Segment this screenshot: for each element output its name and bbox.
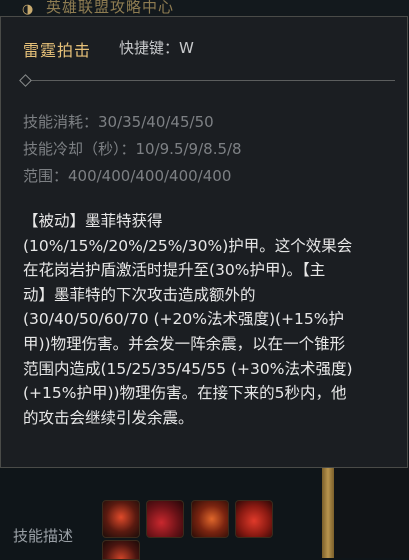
section-label: 技能描述 bbox=[13, 527, 74, 545]
e-skill-icon[interactable] bbox=[235, 500, 273, 538]
decorative-border bbox=[322, 462, 334, 558]
description-line: (30/40/50/60/70 (+20%法术强度)(+15%护 bbox=[23, 310, 344, 329]
w-skill-icon[interactable] bbox=[191, 500, 229, 538]
page-header-title: 英雄联盟攻略中心 bbox=[46, 0, 175, 16]
skill-icon-row bbox=[102, 500, 282, 560]
q-skill-icon[interactable] bbox=[146, 500, 184, 538]
description-line: 的攻击会继续引发余震。 bbox=[23, 408, 194, 427]
description-line: (+15%护甲))物理伤害。在接下来的5秒内，他 bbox=[23, 384, 347, 403]
skill-name: 雷霆拍击 bbox=[23, 41, 92, 60]
tooltip-divider bbox=[29, 80, 395, 81]
skill-cooldown: 技能冷却（秒）：10/9.5/9/8.5/8 bbox=[23, 140, 242, 158]
side-panel bbox=[334, 462, 409, 558]
divider-diamond-icon bbox=[19, 74, 32, 87]
description-line: 范围内造成(15/25/35/45/55 (+30%法术强度) bbox=[23, 359, 353, 378]
description-line: 甲))物理伤害。并会发一阵余震，以在一个锥形 bbox=[23, 334, 346, 353]
description-line: 在花岗岩护盾激活时提升至(30%护甲)。【主 bbox=[23, 261, 326, 280]
skill-hotkey: 快捷键：W bbox=[119, 39, 194, 57]
description-line: 动】墨菲特的下次攻击造成额外的 bbox=[23, 285, 256, 304]
passive-skill-icon[interactable] bbox=[102, 500, 140, 538]
skill-cost: 技能消耗：30/35/40/45/50 bbox=[23, 113, 214, 131]
skill-description: 【被动】墨菲特获得 (10%/15%/20%/25%/30%)护甲。这个效果会 … bbox=[23, 209, 399, 430]
skill-range: 范围：400/400/400/400/400 bbox=[23, 167, 232, 185]
description-line: 【被动】墨菲特获得 bbox=[23, 212, 163, 230]
description-line: (10%/15%/20%/25%/30%)护甲。这个效果会 bbox=[23, 236, 353, 255]
r-skill-icon[interactable] bbox=[102, 540, 140, 560]
skill-tooltip: 雷霆拍击 快捷键：W 技能消耗：30/35/40/45/50 技能冷却（秒）：1… bbox=[0, 16, 408, 468]
